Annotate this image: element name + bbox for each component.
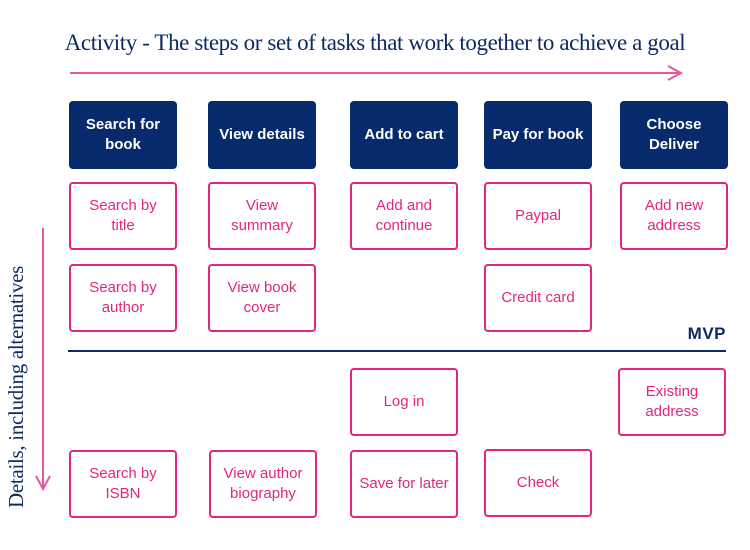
- activity-choose-deliver[interactable]: Choose Deliver: [620, 101, 728, 169]
- detail-check[interactable]: Check: [484, 449, 592, 517]
- details-axis-label: Details, including alternatives: [4, 265, 28, 508]
- details-arrow-icon: [35, 228, 51, 492]
- activity-search-for-book[interactable]: Search for book: [69, 101, 177, 169]
- diagram-title: Activity - The steps or set of tasks tha…: [64, 30, 686, 55]
- activity-pay-for-book[interactable]: Pay for book: [484, 101, 592, 169]
- detail-add-and-continue[interactable]: Add and continue: [350, 182, 458, 250]
- detail-save-for-later[interactable]: Save for later: [350, 450, 458, 518]
- detail-view-author-biography[interactable]: View author biography: [209, 450, 317, 518]
- detail-view-book-cover[interactable]: View book cover: [208, 264, 316, 332]
- detail-credit-card[interactable]: Credit card: [484, 264, 592, 332]
- detail-paypal[interactable]: Paypal: [484, 182, 592, 250]
- detail-search-by-isbn[interactable]: Search by ISBN: [69, 450, 177, 518]
- detail-search-by-author[interactable]: Search by author: [69, 264, 177, 332]
- mvp-label: MVP: [687, 324, 726, 343]
- detail-search-by-title[interactable]: Search by title: [69, 182, 177, 250]
- mvp-divider: [68, 350, 726, 352]
- detail-add-new-address[interactable]: Add new address: [620, 182, 728, 250]
- activity-add-to-cart[interactable]: Add to cart: [350, 101, 458, 169]
- activity-view-details[interactable]: View details: [208, 101, 316, 169]
- activity-arrow-icon: [70, 65, 684, 81]
- detail-existing-address[interactable]: Existing address: [618, 368, 726, 436]
- detail-log-in[interactable]: Log in: [350, 368, 458, 436]
- detail-view-summary[interactable]: View summary: [208, 182, 316, 250]
